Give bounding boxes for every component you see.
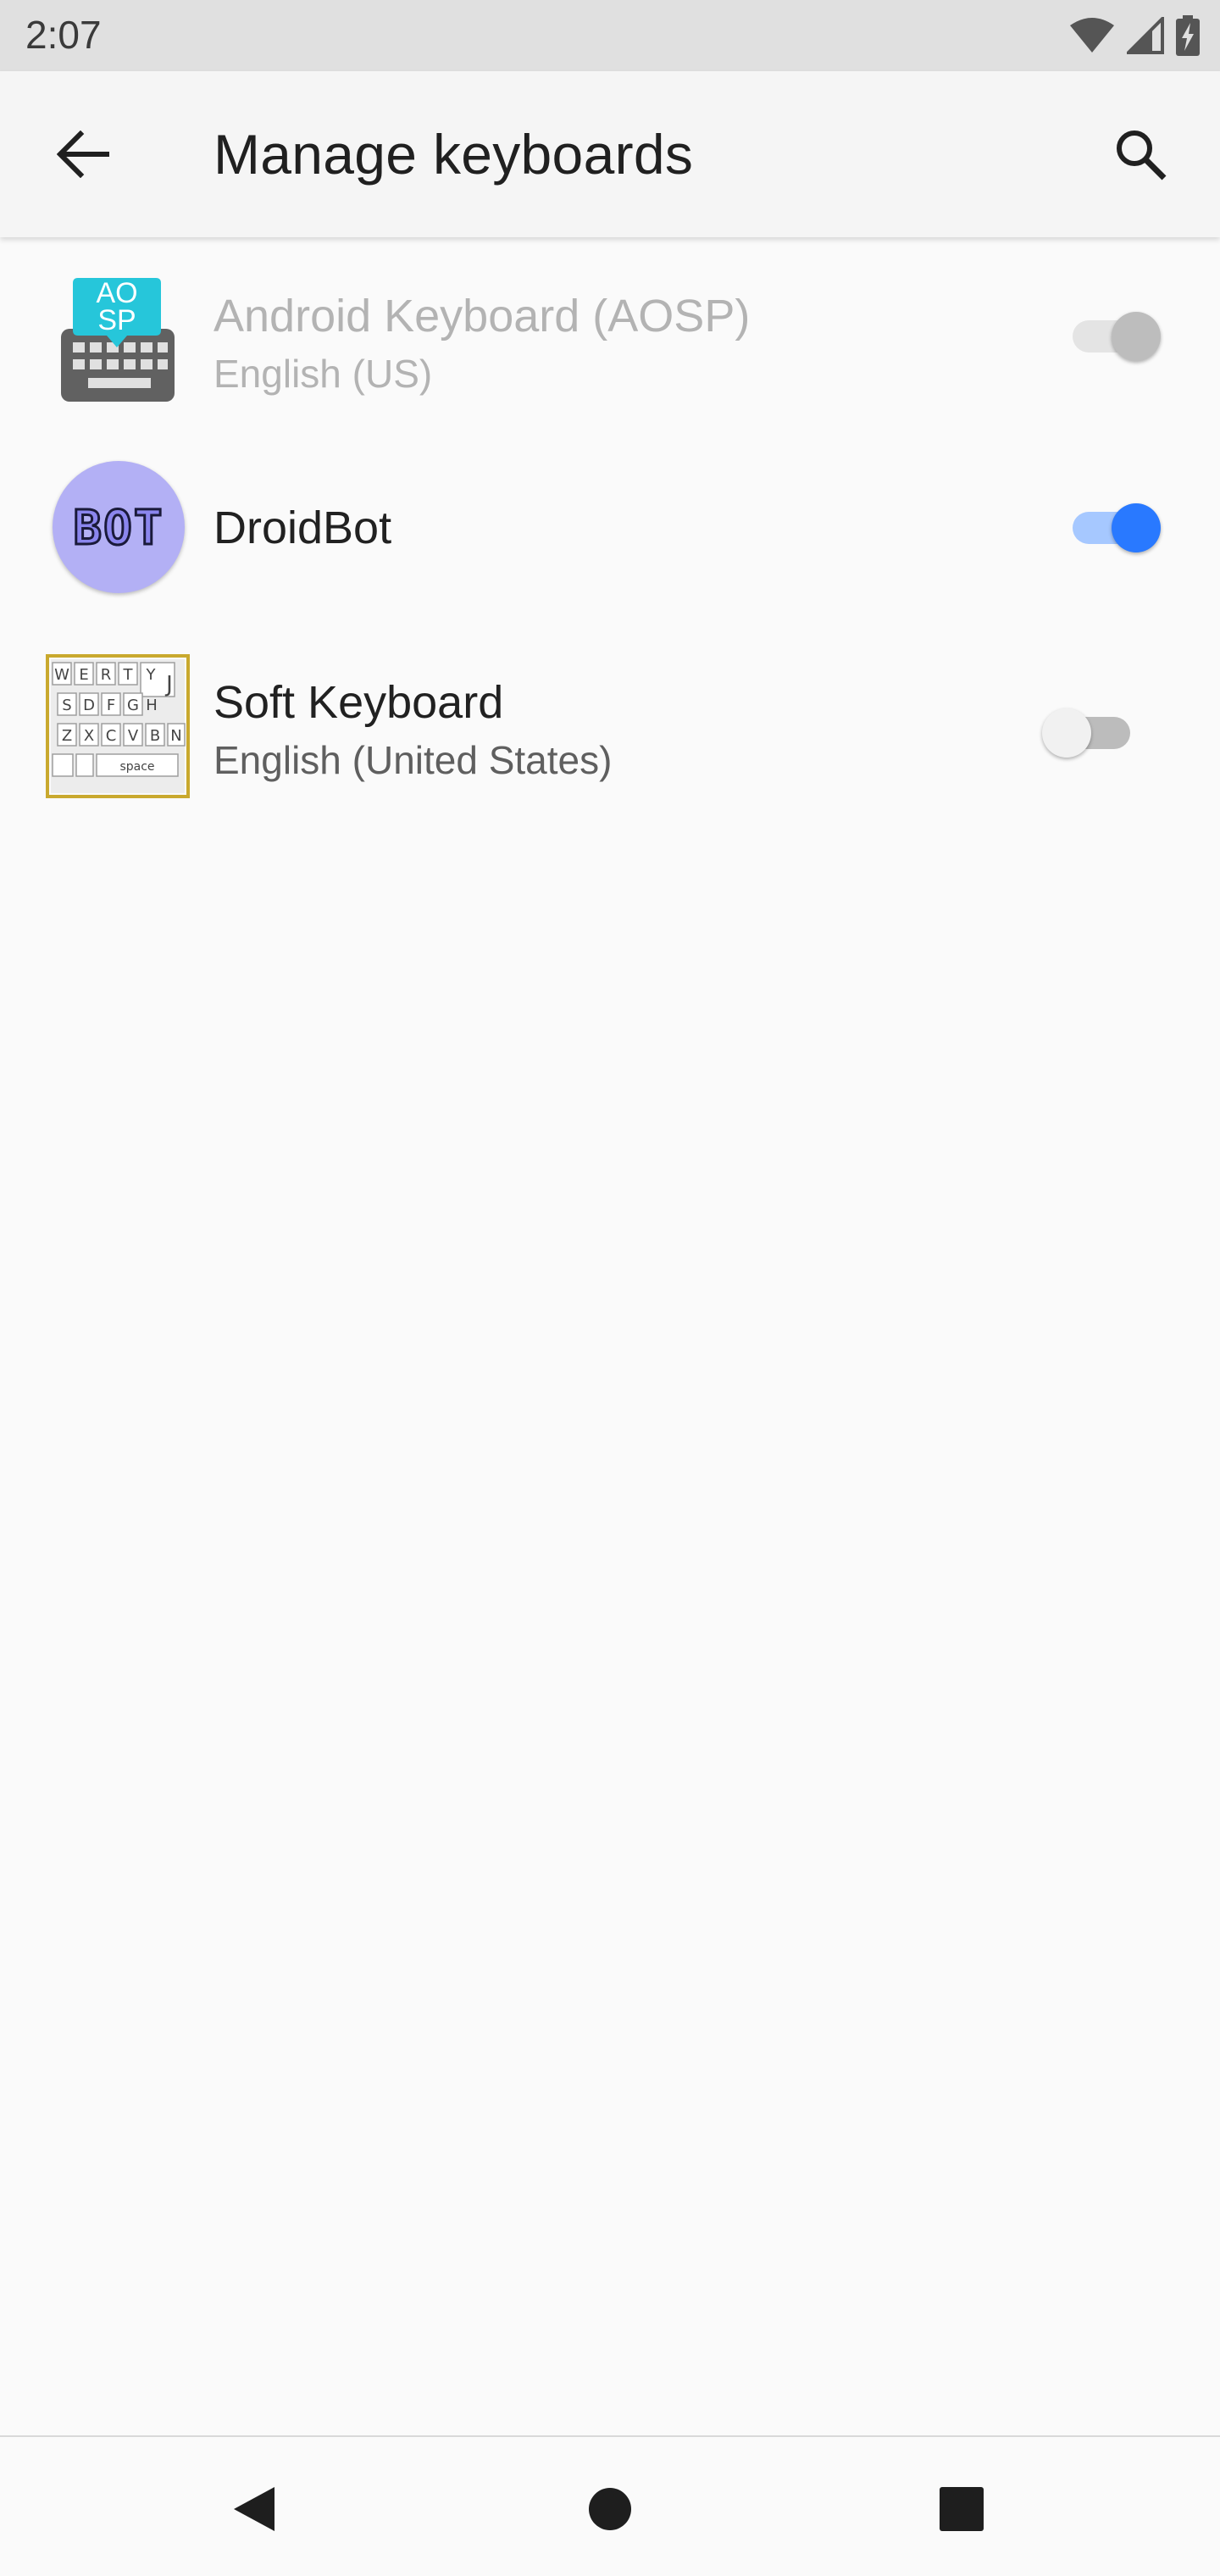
keyboard-toggle-droidbot[interactable] — [1061, 490, 1166, 558]
search-icon — [1117, 130, 1167, 180]
keyboard-item-droidbot[interactable]: BOT DroidBot — [0, 432, 1220, 613]
keyboard-subtitle: English (US) — [214, 352, 433, 396]
nav-back-button[interactable] — [199, 2454, 309, 2564]
toggle-thumb — [1112, 503, 1161, 552]
status-icons — [1069, 14, 1200, 58]
svg-text:X: X — [84, 727, 94, 745]
svg-text:E: E — [79, 666, 88, 684]
arrow-back-icon — [57, 130, 109, 178]
svg-text:G: G — [127, 697, 139, 714]
battery-charging-icon — [1176, 15, 1200, 56]
nav-recents-button[interactable] — [907, 2454, 1017, 2564]
svg-text:T: T — [123, 666, 134, 684]
keyboard-toggle-soft-keyboard[interactable] — [1037, 695, 1142, 763]
keyboard-item-soft-keyboard[interactable]: WERT YJ SDFG H ZXCV BN space Soft Keyboa… — [0, 613, 1220, 808]
status-time: 2:07 — [25, 13, 102, 57]
navigation-bar — [0, 2435, 1220, 2576]
nav-back-icon — [234, 2487, 274, 2531]
keyboard-toggle-aosp[interactable] — [1061, 298, 1166, 366]
svg-text:Y: Y — [146, 666, 157, 684]
wifi-icon — [1070, 18, 1114, 53]
svg-text:R: R — [101, 666, 112, 684]
svg-text:W: W — [54, 666, 69, 684]
svg-text:D: D — [83, 697, 95, 714]
toggle-thumb — [1042, 708, 1091, 758]
soft-keyboard-space-label: space — [119, 760, 154, 774]
keyboard-title: Soft Keyboard — [214, 677, 504, 728]
keyboard-subtitle: English (United States) — [214, 738, 613, 782]
soft-keyboard-icon: WERT YJ SDFG H ZXCV BN space — [46, 654, 190, 798]
svg-text:V: V — [128, 727, 139, 745]
keyboard-title: Android Keyboard (AOSP) — [214, 291, 751, 341]
keyboard-title: DroidBot — [214, 502, 392, 553]
nav-home-button[interactable] — [555, 2454, 665, 2564]
status-bar: 2:07 — [0, 0, 1220, 71]
toggle-thumb — [1112, 312, 1161, 361]
signal-icon — [1127, 17, 1164, 54]
svg-text:H: H — [146, 697, 158, 714]
keyboard-item-aosp[interactable]: AO SP Android Keyboard (AOSP) English (US… — [0, 237, 1220, 432]
droidbot-icon-text: BOT — [73, 501, 164, 556]
svg-text:S: S — [62, 697, 71, 714]
svg-text:J: J — [164, 672, 173, 697]
app-bar: Manage keyboards — [0, 71, 1220, 237]
nav-recents-icon — [940, 2487, 984, 2531]
svg-text:C: C — [106, 727, 117, 745]
svg-text:N: N — [170, 727, 181, 745]
droidbot-icon: BOT — [53, 461, 185, 593]
svg-text:F: F — [107, 697, 115, 714]
svg-text:B: B — [150, 727, 160, 745]
nav-home-icon — [589, 2488, 631, 2530]
search-button[interactable] — [1096, 110, 1184, 198]
back-button[interactable] — [39, 110, 127, 198]
svg-text:Z: Z — [62, 727, 72, 745]
aosp-badge-text: AO SP — [96, 277, 138, 336]
page-title: Manage keyboards — [214, 123, 694, 186]
aosp-keyboard-icon: AO SP — [56, 276, 180, 403]
